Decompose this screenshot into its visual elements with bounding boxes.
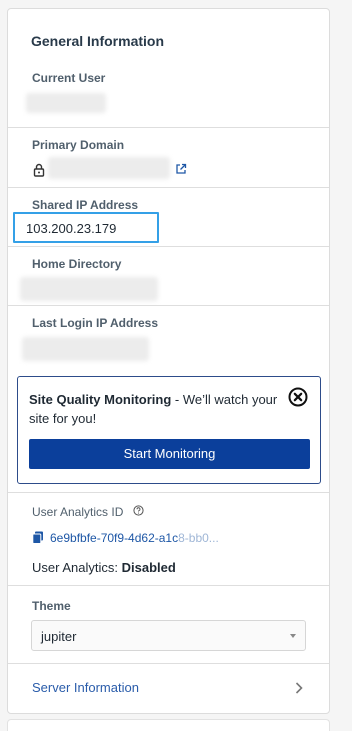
shared-ip-value-highlight: 103.200.23.179	[13, 212, 159, 243]
caret-down-icon	[290, 634, 296, 638]
divider	[8, 305, 329, 306]
copy-icon[interactable]	[32, 531, 44, 544]
monitoring-title: Site Quality Monitoring	[29, 392, 172, 407]
primary-domain-label: Primary Domain	[32, 138, 125, 152]
analytics-status-value: Disabled	[121, 560, 176, 575]
close-icon[interactable]	[288, 387, 308, 407]
analytics-status-label: User Analytics:	[32, 560, 118, 575]
shared-ip-label: Shared IP Address	[32, 198, 139, 212]
divider	[8, 663, 329, 664]
analytics-id-text: 6e9bfbfe-70f9-4d62-a1c	[50, 531, 179, 545]
panel-title: General Information	[31, 33, 165, 49]
help-icon[interactable]	[133, 505, 144, 516]
user-analytics-status: User Analytics: Disabled	[32, 560, 176, 575]
server-information-link[interactable]: Server Information	[32, 680, 139, 695]
theme-label: Theme	[32, 599, 71, 613]
theme-selected-value: jupiter	[41, 629, 77, 644]
current-user-label: Current User	[32, 71, 106, 85]
user-analytics-id-label: User Analytics ID	[32, 505, 124, 519]
divider	[8, 492, 329, 493]
chevron-right-icon[interactable]	[295, 682, 303, 694]
divider	[8, 585, 329, 586]
current-user-value-redacted	[26, 93, 106, 113]
start-monitoring-button[interactable]: Start Monitoring	[29, 439, 310, 469]
home-directory-label: Home Directory	[32, 257, 122, 271]
last-login-ip-label: Last Login IP Address	[32, 316, 159, 330]
next-panel-edge	[7, 719, 330, 731]
site-quality-monitoring-card: Site Quality Monitoring - We’ll watch yo…	[17, 376, 321, 484]
theme-select[interactable]: jupiter	[31, 620, 306, 651]
divider	[8, 246, 329, 247]
divider	[8, 127, 329, 128]
user-analytics-id-value[interactable]: 6e9bfbfe-70f9-4d62-a1c8-bb0...	[50, 531, 219, 545]
divider	[8, 187, 329, 188]
external-link-icon[interactable]	[175, 163, 187, 175]
home-directory-value-redacted	[20, 277, 158, 301]
monitoring-message: Site Quality Monitoring - We’ll watch yo…	[29, 390, 284, 428]
shared-ip-value: 103.200.23.179	[26, 221, 117, 236]
general-information-panel: General Information Current User Primary…	[7, 8, 330, 714]
analytics-id-truncated: 8-bb0...	[178, 531, 219, 545]
primary-domain-value-redacted	[48, 157, 170, 179]
last-login-ip-value-redacted	[22, 337, 149, 361]
lock-icon	[33, 163, 45, 177]
